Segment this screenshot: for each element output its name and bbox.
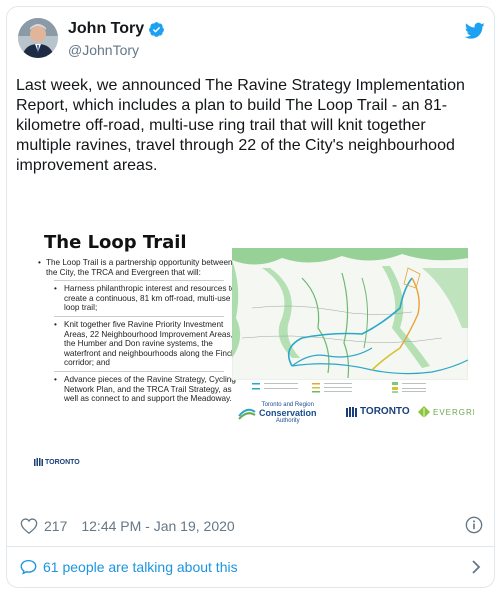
sub-bullet: Harness philanthropic interest and resou… — [36, 284, 236, 313]
trca-logo-main-text: Conservation — [259, 408, 317, 418]
toronto-small-logo-icon — [34, 458, 43, 466]
speech-bubble-icon — [20, 559, 37, 575]
slide-title: The Loop Trail — [44, 232, 187, 253]
author-name-row[interactable]: John Tory — [68, 20, 165, 38]
toronto-small-logo-text: TORONTO — [45, 458, 80, 466]
bullet-divider — [54, 370, 224, 372]
map-legend — [252, 382, 426, 393]
toronto-logo-icon — [346, 406, 357, 417]
trca-logo-icon — [238, 408, 256, 420]
loop-trail-map — [232, 248, 468, 380]
twitter-bird-icon[interactable] — [465, 22, 485, 40]
tweet-timestamp[interactable]: 12:44 PM - Jan 19, 2020 — [81, 518, 234, 534]
evergreen-logo: EVERGREEN — [418, 406, 474, 418]
bullet-divider — [54, 280, 224, 282]
toronto-logo-text: TORONTO — [360, 406, 410, 417]
chevron-right-icon[interactable] — [471, 560, 481, 574]
avatar[interactable] — [18, 18, 58, 58]
info-icon[interactable] — [465, 516, 483, 534]
trca-logo-sub-text: Authority — [275, 418, 300, 424]
tweet-meta-row: 217 12:44 PM - Jan 19, 2020 — [20, 518, 235, 534]
sub-bullet: Knit together five Ravine Priority Inves… — [36, 320, 236, 368]
heart-icon[interactable] — [20, 518, 38, 534]
like-count[interactable]: 217 — [44, 518, 67, 534]
toronto-logo: TORONTO — [346, 406, 410, 417]
slide-bullets: The Loop Trail is a partnership opportun… — [36, 258, 236, 407]
verified-badge-icon — [149, 21, 165, 37]
bullet-divider — [54, 315, 224, 317]
sub-bullet: Advance pieces of the Ravine Strategy, C… — [36, 375, 236, 404]
tweet-text: Last week, we announced The Ravine Strat… — [16, 77, 465, 174]
conversation-link[interactable]: 61 people are talking about this — [20, 559, 238, 575]
footer-divider — [6, 546, 495, 547]
trca-logo: Toronto and Region Conservation Authorit… — [238, 402, 317, 424]
bullet-main: The Loop Trail is a partnership opportun… — [36, 258, 236, 277]
evergreen-leaf-icon — [418, 406, 430, 418]
toronto-small-logo: TORONTO — [34, 458, 80, 466]
evergreen-logo-text: EVERGREEN — [433, 407, 474, 417]
author-display-name[interactable]: John Tory — [68, 20, 144, 38]
tweet-media-image[interactable]: The Loop Trail The Loop Trail is a partn… — [16, 220, 474, 500]
conversation-text[interactable]: 61 people are talking about this — [43, 559, 238, 575]
author-handle[interactable]: @JohnTory — [68, 42, 139, 58]
